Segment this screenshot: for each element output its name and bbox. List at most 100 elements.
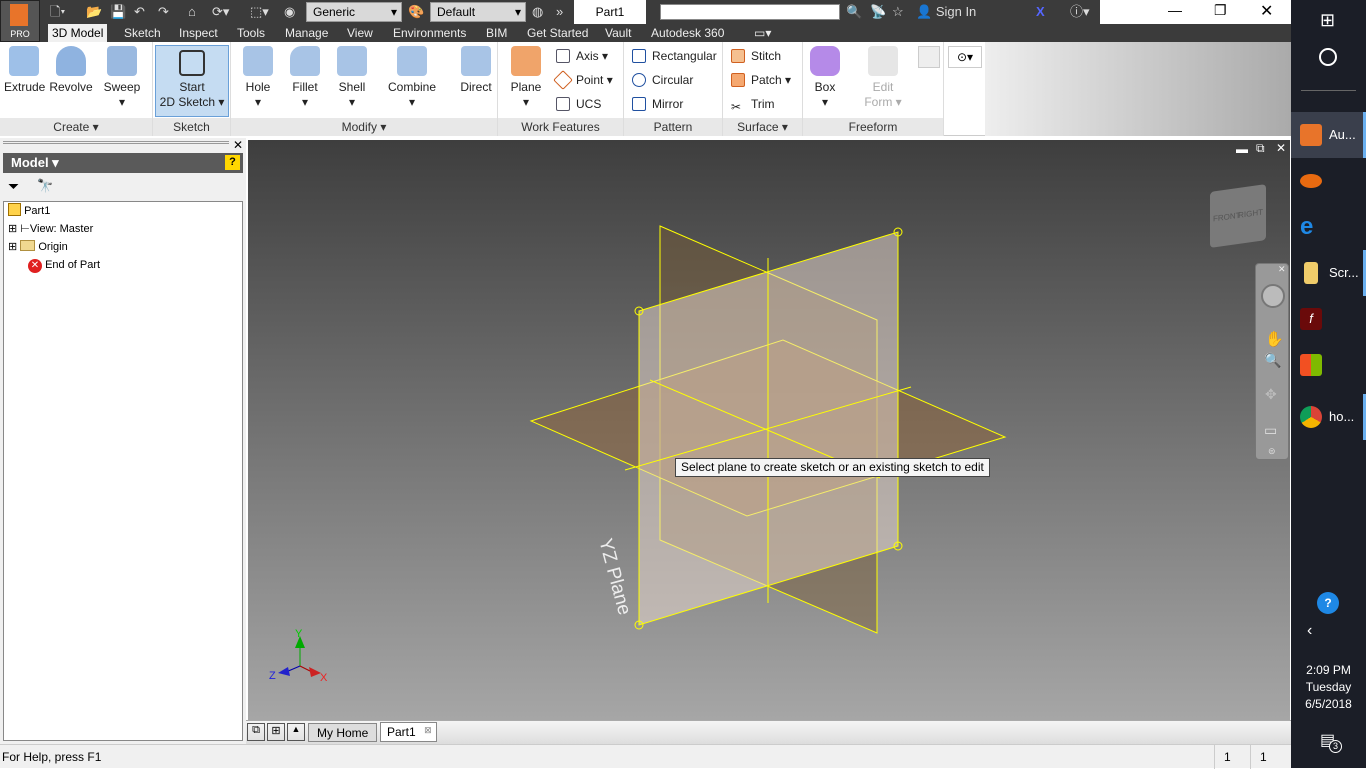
extrude-button[interactable]: Extrude <box>4 46 45 95</box>
tree-item-view-master[interactable]: ⊞ ⊢View: Master <box>8 220 93 238</box>
browser-help-icon[interactable]: ? <box>225 155 240 170</box>
restore-icon[interactable]: ❐ <box>1214 2 1227 19</box>
show-hidden-icons[interactable]: ‹ <box>1307 622 1312 640</box>
revolve-button[interactable]: Revolve <box>48 46 94 95</box>
edit-form-button[interactable]: Edit Form ▾ <box>863 46 903 110</box>
tree-item-part1[interactable]: Part1 <box>8 202 50 220</box>
tab-inspect[interactable]: Inspect <box>175 24 222 42</box>
tab-list-icon[interactable]: ▲ <box>287 723 305 741</box>
open-icon[interactable]: 📂 <box>86 3 102 21</box>
favorites-icon[interactable]: ☆ <box>892 3 904 21</box>
tree-item-end-of-part[interactable]: ✕ End of Part <box>28 256 100 274</box>
orbit-icon[interactable]: ✥ <box>1265 386 1277 403</box>
help-tray-icon[interactable]: ? <box>1317 592 1339 614</box>
start-2d-sketch-button[interactable]: Start 2D Sketch ▾ <box>155 45 229 117</box>
convert-icon[interactable] <box>918 46 940 68</box>
viewport-restore-icon[interactable]: ⧉ <box>1256 141 1265 156</box>
panel-options-icon[interactable]: ⊙▾ <box>948 46 982 68</box>
sweep-button[interactable]: Sweep ▾ <box>100 46 144 110</box>
select-icon[interactable]: ⬚▾ <box>250 3 269 21</box>
viewport-close-icon[interactable]: ✕ <box>1276 141 1286 155</box>
tab-environments[interactable]: Environments <box>389 24 470 42</box>
box-button[interactable]: Box ▾ <box>807 46 843 110</box>
home-icon[interactable]: ⌂ <box>188 3 196 21</box>
search-input[interactable] <box>660 4 840 20</box>
tab-view[interactable]: View <box>343 24 377 42</box>
taskbar-app-chrome[interactable]: ho... <box>1291 394 1366 440</box>
tab-get-started[interactable]: Get Started <box>523 24 592 42</box>
taskbar-app-edge[interactable]: e <box>1291 204 1366 250</box>
tab-my-home[interactable]: My Home <box>308 723 378 742</box>
tab-close-icon[interactable]: ⊠ <box>424 721 432 739</box>
tab-part1[interactable]: Part1 ⊠ <box>380 722 437 742</box>
clock[interactable]: 2:09 PM Tuesday 6/5/2018 <box>1291 662 1366 713</box>
exchange-icon[interactable]: X <box>1036 3 1045 21</box>
start-icon[interactable]: ⊞ <box>1320 10 1335 31</box>
find-icon[interactable]: 🔭 <box>37 178 53 194</box>
subscription-icon[interactable]: 📡 <box>870 3 886 21</box>
taskbar-app-flash[interactable]: f <box>1291 296 1366 342</box>
hole-button[interactable]: Hole ▾ <box>239 46 277 110</box>
navbar-close-icon[interactable]: ✕ <box>1278 264 1286 275</box>
patch-button[interactable]: Patch ▾ <box>731 70 791 90</box>
filter-icon[interactable]: ⏷ <box>8 178 19 195</box>
surface-panel-label[interactable]: Surface ▾ <box>723 118 802 136</box>
viewport-minimize-icon[interactable]: ▬ <box>1236 142 1248 156</box>
viewcube[interactable]: FRONT RIGHT <box>1210 184 1266 248</box>
zoom-icon[interactable]: 🔍 <box>1264 352 1281 369</box>
tree-item-origin[interactable]: ⊞ Origin <box>8 238 68 256</box>
circular-pattern-button[interactable]: Circular <box>632 70 693 90</box>
appearance-dropdown[interactable]: Default ▾ <box>430 2 526 22</box>
new-icon[interactable]: 🗋▾ <box>50 3 65 21</box>
mirror-button[interactable]: Mirror <box>632 94 683 114</box>
close-icon[interactable]: ✕ <box>1260 1 1273 21</box>
taskbar-app-game[interactable] <box>1291 158 1366 204</box>
look-at-icon[interactable]: ▭ <box>1264 422 1277 439</box>
graphics-viewport[interactable]: ▬ ⧉ ✕ FRONT RIGHT ✕ ✋ 🔍 ✥ ▭ ⊜ <box>248 140 1290 720</box>
minimize-icon[interactable]: — <box>1168 2 1182 18</box>
redo-icon[interactable]: ↷ <box>158 3 169 21</box>
material-dropdown[interactable]: Generic ▾ <box>306 2 402 22</box>
search-icon[interactable]: 🔍 <box>846 3 862 21</box>
fillet-button[interactable]: Fillet ▾ <box>287 46 323 110</box>
pan-icon[interactable]: ✋ <box>1265 330 1284 348</box>
ucs-button[interactable]: UCS <box>556 94 601 114</box>
tab-bim[interactable]: BIM <box>482 24 511 42</box>
stitch-button[interactable]: Stitch <box>731 46 781 66</box>
browser-header[interactable]: Model ▾ ? <box>3 153 243 173</box>
navbar-options-icon[interactable]: ⊜ <box>1268 446 1276 457</box>
tab-manage[interactable]: Manage <box>281 24 332 42</box>
trim-button[interactable]: ✂ Trim <box>731 94 775 114</box>
create-panel-label[interactable]: Create ▾ <box>0 118 152 136</box>
help-icon[interactable]: ⓘ▾ <box>1070 3 1090 21</box>
browser-close-icon[interactable]: ✕ <box>233 138 243 152</box>
clear-appearance-icon[interactable]: ◍ <box>532 3 543 21</box>
tab-vault[interactable]: Vault <box>601 24 635 42</box>
cascade-windows-icon[interactable]: ⧉ <box>247 723 265 741</box>
taskbar-app-store[interactable] <box>1291 342 1366 388</box>
tab-sketch[interactable]: Sketch <box>120 24 165 42</box>
plane-button[interactable]: Plane ▾ <box>506 46 546 110</box>
more-icon[interactable]: » <box>556 3 563 21</box>
taskbar-app-inventor[interactable]: Au... <box>1291 112 1366 158</box>
ribbon-display-icon[interactable]: ▭▾ <box>750 24 775 42</box>
rectangular-pattern-button[interactable]: Rectangular <box>632 46 717 66</box>
combine-button[interactable]: Combine ▾ <box>383 46 441 110</box>
steering-wheel-icon[interactable] <box>1261 284 1285 308</box>
expand-icon[interactable]: ⊞ <box>8 241 17 253</box>
tab-3d-model[interactable]: 3D Model <box>48 24 108 42</box>
update-icon[interactable]: ⟳▾ <box>212 3 229 21</box>
app-menu-button[interactable]: PRO <box>0 0 40 42</box>
browser-grip[interactable] <box>3 141 229 144</box>
taskbar-app-explorer[interactable]: Scr... <box>1291 250 1366 296</box>
sign-in-button[interactable]: 👤 Sign In <box>916 3 976 21</box>
point-button[interactable]: Point ▾ <box>553 70 613 90</box>
modify-panel-label[interactable]: Modify ▾ <box>231 118 497 136</box>
cortana-icon[interactable] <box>1319 48 1337 66</box>
shell-button[interactable]: Shell ▾ <box>335 46 369 110</box>
axis-button[interactable]: Axis ▾ <box>556 46 608 66</box>
undo-icon[interactable]: ↶ <box>134 3 145 21</box>
direct-button[interactable]: Direct <box>457 46 495 95</box>
tile-windows-icon[interactable]: ⊞ <box>267 723 285 741</box>
tab-tools[interactable]: Tools <box>233 24 269 42</box>
